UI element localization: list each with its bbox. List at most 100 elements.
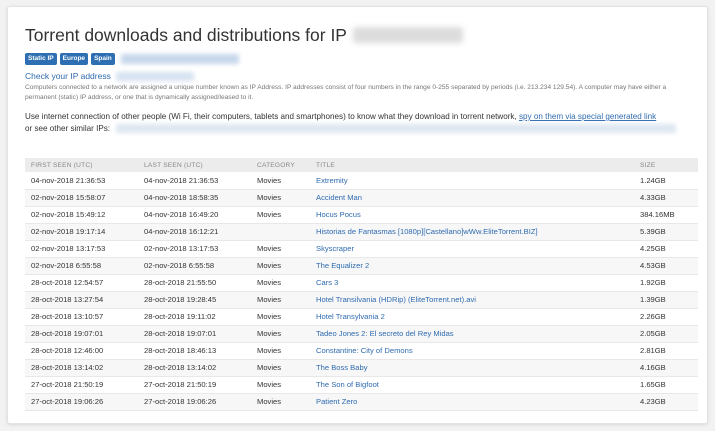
cell-title-link[interactable]: Tadeo Jones 2: El secreto del Rey Midas — [310, 325, 634, 342]
cell-category: Movies — [257, 261, 282, 270]
page-title-row: Torrent downloads and distributions for … — [25, 23, 463, 47]
cell-size: 4.25GB — [640, 244, 666, 253]
cell-size: 1.39GB — [640, 295, 666, 304]
cell-size: 4.23GB — [640, 397, 666, 406]
table-row: 02-nov-2018 13:17:53 02-nov-2018 13:17:53… — [25, 240, 698, 257]
cell-last-seen: 28-oct-2018 19:28:45 — [144, 295, 217, 304]
cell-last-seen: 28-oct-2018 18:46:13 — [144, 346, 217, 355]
cell-last-seen: 04-nov-2018 16:49:20 — [144, 210, 219, 219]
page-title: Torrent downloads and distributions for … — [25, 24, 347, 45]
cell-title-link[interactable]: Historias de Fantasmas [1080p][Castellan… — [310, 223, 634, 240]
cell-first-seen: 02-nov-2018 19:17:14 — [31, 227, 106, 236]
cell-category: Movies — [257, 278, 282, 287]
cell-size: 1.65GB — [640, 380, 666, 389]
cell-first-seen: 02-nov-2018 13:17:53 — [31, 244, 106, 253]
cell-size: 4.53GB — [640, 261, 666, 270]
cell-category: Movies — [257, 210, 282, 219]
cell-title-link[interactable]: Hocus Pocus — [310, 206, 634, 223]
cell-title-link[interactable]: Constantine: City of Demons — [310, 342, 634, 359]
redacted-ip — [352, 27, 463, 43]
cell-first-seen: 28-oct-2018 12:54:57 — [31, 278, 104, 287]
intro-text: Use internet connection of other people … — [25, 112, 517, 121]
cell-first-seen: 04-nov-2018 21:36:53 — [31, 175, 106, 185]
cell-category — [251, 223, 310, 240]
ip-description: Computers connected to a network are ass… — [25, 84, 667, 101]
redacted-hostname — [120, 54, 239, 64]
cell-size: 5.39GB — [640, 227, 666, 236]
cell-last-seen: 02-nov-2018 13:17:53 — [144, 244, 219, 253]
cell-title-link[interactable]: Cars 3 — [310, 274, 634, 291]
cell-last-seen: 28-oct-2018 21:55:50 — [144, 278, 217, 287]
header-category: Category — [257, 161, 295, 169]
cell-last-seen: 02-nov-2018 6:55:58 — [144, 261, 215, 270]
cell-last-seen: 04-nov-2018 16:12:21 — [144, 227, 219, 236]
cell-category: Movies — [257, 244, 282, 253]
table-row: 02-nov-2018 19:17:14 04-nov-2018 16:12:21… — [25, 223, 698, 240]
cell-last-seen: 27-oct-2018 19:06:26 — [144, 397, 217, 406]
cell-first-seen: 27-oct-2018 19:06:26 — [31, 397, 104, 406]
cell-last-seen: 28-oct-2018 19:11:02 — [144, 312, 216, 321]
cell-last-seen: 04-nov-2018 21:36:53 — [144, 175, 219, 185]
table-row: 28-oct-2018 13:14:02 28-oct-2018 13:14:02… — [25, 359, 698, 376]
table-row: 28-oct-2018 19:07:01 28-oct-2018 19:07:01… — [25, 325, 698, 342]
check-ip-link[interactable]: Check your IP address — [25, 71, 111, 81]
badge-region[interactable]: Europe — [59, 53, 89, 65]
cell-size: 1.24GB — [640, 175, 666, 185]
cell-category: Movies — [257, 363, 282, 372]
table-row: 28-oct-2018 12:46:00 28-oct-2018 18:46:13… — [25, 342, 698, 359]
header-title: Title — [316, 161, 335, 169]
cell-first-seen: 27-oct-2018 21:50:19 — [31, 380, 104, 389]
cell-size: 4.33GB — [640, 193, 666, 202]
cell-title-link[interactable]: Hotel Transylvania 2 — [310, 308, 634, 325]
cell-size: 1.92GB — [640, 278, 666, 287]
cell-title-link[interactable]: The Equalizer 2 — [310, 257, 634, 274]
cell-first-seen: 28-oct-2018 13:14:02 — [31, 363, 104, 372]
cell-category: Movies — [257, 295, 282, 304]
cell-category: Movies — [257, 380, 282, 389]
cell-first-seen: 28-oct-2018 19:07:01 — [31, 329, 104, 338]
cell-size: 2.26GB — [640, 312, 666, 321]
cell-first-seen: 28-oct-2018 12:46:00 — [31, 346, 104, 355]
cell-last-seen: 04-nov-2018 18:58:35 — [144, 193, 219, 202]
cell-title-link[interactable]: The Boss Baby — [310, 359, 634, 376]
cell-first-seen: 02-nov-2018 15:49:12 — [31, 210, 106, 219]
table-row: 28-oct-2018 12:54:57 28-oct-2018 21:55:50… — [25, 274, 698, 291]
cell-category: Movies — [257, 193, 282, 202]
header-last-seen: Last seen (UTC) — [144, 161, 203, 169]
cell-first-seen: 02-nov-2018 15:58:07 — [31, 193, 106, 202]
cell-category: Movies — [257, 397, 282, 406]
table-row: 27-oct-2018 21:50:19 27-oct-2018 21:50:19… — [25, 376, 698, 393]
cell-category: Movies — [257, 346, 282, 355]
cell-title-link[interactable]: Patient Zero — [310, 393, 634, 410]
table-row: 02-nov-2018 15:49:12 04-nov-2018 16:49:20… — [25, 206, 698, 223]
cell-size: 4.16GB — [640, 363, 666, 372]
table-row: 27-oct-2018 19:06:26 27-oct-2018 19:06:26… — [25, 393, 698, 410]
cell-category: Movies — [257, 312, 282, 321]
table-row: 28-oct-2018 13:27:54 28-oct-2018 19:28:45… — [25, 291, 698, 308]
table-header-row: First seen (UTC) Last seen (UTC) Categor… — [25, 158, 698, 172]
header-first-seen: First seen (UTC) — [31, 161, 93, 169]
cell-first-seen: 02-nov-2018 6:55:58 — [31, 261, 102, 270]
header-size: Size — [640, 161, 656, 169]
cell-category: Movies — [257, 175, 282, 185]
cell-last-seen: 28-oct-2018 13:14:02 — [144, 363, 217, 372]
cell-title-link[interactable]: Skyscraper — [310, 240, 634, 257]
redacted-link-text — [115, 71, 194, 81]
torrent-table: First seen (UTC) Last seen (UTC) Categor… — [25, 158, 698, 411]
cell-first-seen: 28-oct-2018 13:27:54 — [31, 295, 104, 304]
cell-title-link[interactable]: The Son of Bigfoot — [310, 376, 634, 393]
cell-last-seen: 27-oct-2018 21:50:19 — [144, 380, 217, 389]
cell-first-seen: 28-oct-2018 13:10:57 — [31, 312, 104, 321]
spy-link[interactable]: spy on them via special generated link — [519, 112, 656, 121]
table-row: 02-nov-2018 15:58:07 04-nov-2018 18:58:35… — [25, 189, 698, 206]
badge-country[interactable]: Spain — [91, 53, 115, 65]
intro-tail: or see other similar IPs: — [25, 123, 111, 133]
table-row: 28-oct-2018 13:10:57 28-oct-2018 19:11:02… — [25, 308, 698, 325]
cell-title-link[interactable]: Accident Man — [310, 189, 634, 206]
cell-title-link[interactable]: Hotel Transilvania (HDRip) (EliteTorrent… — [310, 291, 634, 308]
check-ip-row: Check your IP address — [25, 71, 194, 81]
redacted-similar-ips — [116, 123, 677, 133]
badge-static-ip[interactable]: Static IP — [25, 53, 57, 65]
cell-title-link[interactable]: Extremity — [310, 172, 634, 189]
intro-paragraph: Use internet connection of other people … — [25, 111, 693, 134]
